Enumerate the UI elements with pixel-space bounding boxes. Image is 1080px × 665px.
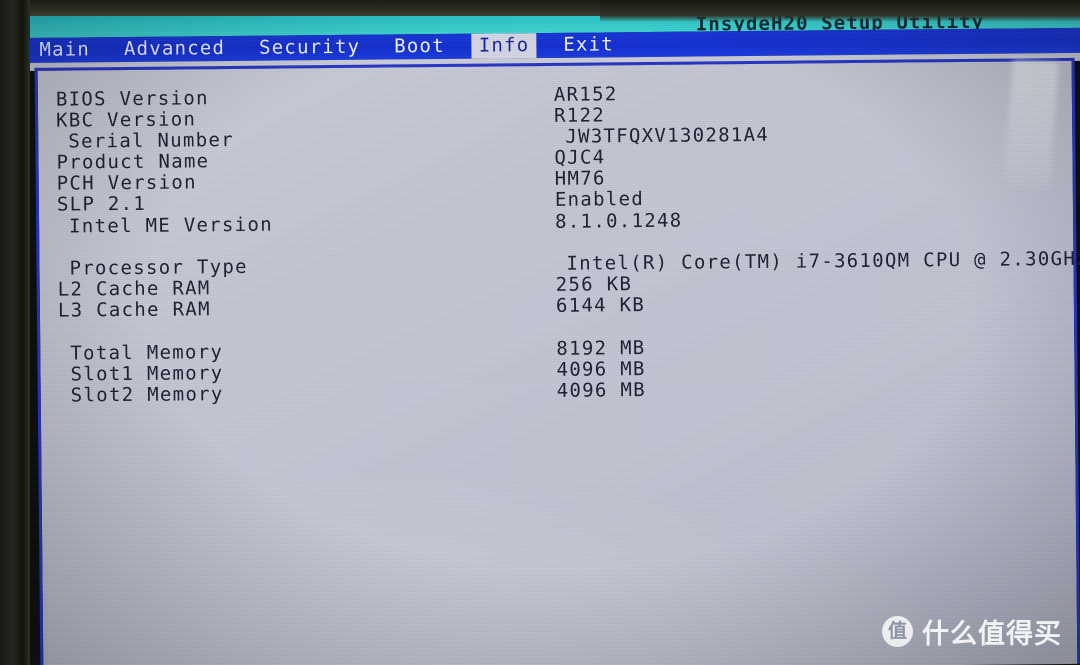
- info-row-value: QJC4: [554, 146, 606, 169]
- info-row-value: AR152: [553, 83, 618, 106]
- info-row-label: Slot1 Memory: [70, 362, 224, 386]
- watermark-logo-icon: 值: [882, 616, 913, 647]
- info-row-label: L2 Cache RAM: [57, 277, 211, 301]
- photo-of-laptop-screen: InsydeH20 Setup Utility Main Advanced Se…: [0, 0, 1080, 665]
- info-row-label: L3 Cache RAM: [57, 298, 211, 322]
- tab-exit[interactable]: Exit: [556, 32, 621, 58]
- tab-info[interactable]: Info: [471, 33, 537, 59]
- info-row-label: Serial Number: [68, 128, 235, 153]
- laptop-bezel-top-shadow: [600, 0, 1080, 22]
- info-row-value: 4096 MB: [556, 358, 646, 381]
- tab-boot[interactable]: Boot: [387, 34, 452, 60]
- info-row-value: 6144 KB: [555, 294, 646, 317]
- watermark-text: 什么值得买: [922, 619, 1062, 650]
- bios-screen: InsydeH20 Setup Utility Main Advanced Se…: [22, 0, 1080, 665]
- info-row-label: KBC Version: [55, 108, 197, 132]
- info-row-label: Processor Type: [69, 255, 248, 280]
- info-row-label: Intel ME Version: [69, 213, 274, 238]
- info-row-value: 8192 MB: [556, 337, 646, 360]
- info-row-value: R122: [553, 104, 606, 127]
- info-row-label: Product Name: [56, 150, 210, 174]
- info-row-label: SLP 2.1: [56, 192, 147, 216]
- laptop-bezel-left: [0, 0, 30, 665]
- info-row-value: 8.1.0.1248: [554, 209, 683, 233]
- info-row-value: 4096 MB: [556, 379, 647, 402]
- info-row-value: Enabled: [554, 188, 645, 211]
- info-row-label: Slot2 Memory: [70, 383, 224, 407]
- info-row-label: Total Memory: [70, 341, 224, 365]
- watermark: 值 什么值得买: [882, 612, 1062, 651]
- info-row-label: BIOS Version: [55, 87, 209, 111]
- info-row-value: 256 KB: [555, 273, 633, 296]
- info-panel: BIOS Version AR152 KBC Version R122 Serial N…: [34, 57, 1080, 665]
- info-row-label: PCH Version: [56, 171, 197, 195]
- tab-security[interactable]: Security: [252, 35, 367, 61]
- info-row-value: HM76: [554, 167, 606, 190]
- tab-advanced[interactable]: Advanced: [117, 36, 232, 62]
- tab-main[interactable]: Main: [32, 37, 97, 63]
